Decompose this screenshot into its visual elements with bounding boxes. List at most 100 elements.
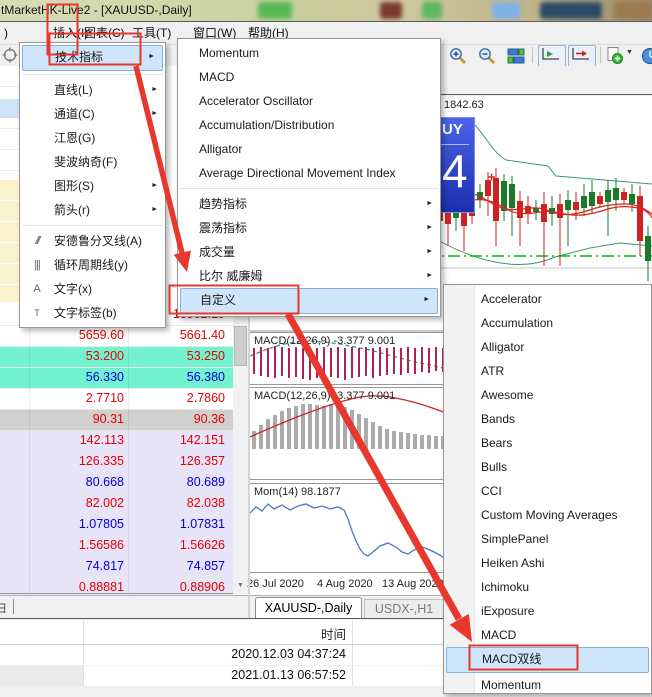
menu-item-accelerator-oscillator[interactable]: Accelerator Oscillator	[178, 89, 440, 113]
ask-cell[interactable]: 1.07831	[128, 517, 225, 531]
menu-item-bears[interactable]: Bears	[444, 431, 651, 455]
menu-item-trend-indicators[interactable]: 趋势指标 ►	[178, 192, 440, 216]
quote-row[interactable]: 1.07805 1.07831	[0, 515, 233, 536]
menu-item-bill-williams[interactable]: 比尔 威廉姆 ►	[178, 264, 440, 288]
quote-row[interactable]: 90.31 90.36	[0, 410, 233, 431]
ask-cell[interactable]: 0.88906	[128, 580, 225, 594]
menu-item-momentum[interactable]: Momentum	[178, 41, 440, 65]
tile-windows-icon[interactable]	[507, 47, 525, 65]
tab-usdx-h1[interactable]: USDX-,H1	[364, 599, 444, 619]
chart-shift-icon[interactable]	[568, 45, 596, 67]
menu-item-text[interactable]: A 文字(x)	[20, 277, 165, 301]
submenu-arrow-icon: ►	[426, 240, 433, 264]
selected-symbol-row[interactable]	[0, 99, 19, 118]
ask-cell[interactable]: 82.038	[128, 496, 225, 510]
submenu-arrow-icon: ►	[151, 198, 158, 222]
quote-row[interactable]: 2.7710 2.7860	[0, 389, 233, 410]
menu-item-bulls[interactable]: Bulls	[444, 455, 651, 479]
menu-item-alligator-custom[interactable]: Alligator	[444, 335, 651, 359]
new-indicator-icon[interactable]	[605, 46, 624, 65]
menu-item-text-label[interactable]: T 文字标签(b)	[20, 301, 165, 325]
menu-item-accumulation[interactable]: Accumulation	[444, 311, 651, 335]
menu-item-andrews-pitchfork[interactable]: /// 安德鲁分叉线(A)	[20, 229, 165, 253]
zoom-in-icon[interactable]	[449, 47, 467, 65]
menu-item-channels[interactable]: 通道(C) ►	[20, 102, 165, 126]
menu-item-volumes[interactable]: 成交量 ►	[178, 240, 440, 264]
ask-cell[interactable]: 53.250	[128, 349, 225, 363]
bid-cell[interactable]: 56.330	[29, 370, 124, 384]
bid-cell[interactable]: 74.817	[29, 559, 124, 573]
menu-item-adx[interactable]: Average Directional Movement Index	[178, 161, 440, 185]
menu-item-awesome[interactable]: Awesome	[444, 383, 651, 407]
menu-item-iexposure[interactable]: iExposure	[444, 599, 651, 623]
crosshair-icon[interactable]	[2, 47, 19, 64]
quote-row[interactable]: 53.200 53.250	[0, 347, 233, 368]
clock-icon[interactable]	[641, 47, 652, 65]
menu-item-momentum-custom[interactable]: Momentum	[444, 673, 651, 697]
x-axis-label: 4 Aug 2020	[317, 578, 373, 590]
menu-item-macd-two-line[interactable]: MACD双线	[446, 647, 649, 673]
menubar-item-charts[interactable]: 图表(C)	[80, 22, 129, 44]
ask-cell[interactable]: 5661.40	[128, 328, 225, 342]
bid-cell[interactable]: 0.88881	[29, 580, 124, 594]
scrollbar-down-arrow[interactable]: ▼	[233, 577, 248, 594]
menubar-item-clipped[interactable]: )	[0, 22, 12, 44]
menu-item-fibonacci[interactable]: 斐波纳奇(F)	[20, 150, 165, 174]
bid-cell[interactable]: 80.668	[29, 475, 124, 489]
zoom-out-icon[interactable]	[478, 47, 496, 65]
ask-cell[interactable]: 2.7860	[128, 391, 225, 405]
menu-item-ichimoku[interactable]: Ichimoku	[444, 575, 651, 599]
auto-scroll-icon[interactable]	[538, 45, 566, 67]
bid-cell[interactable]: 1.56586	[29, 538, 124, 552]
ask-cell[interactable]: 90.36	[128, 412, 225, 426]
menu-item-custom-moving-averages[interactable]: Custom Moving Averages	[444, 503, 651, 527]
ask-cell[interactable]: 126.357	[128, 454, 225, 468]
menu-item-custom[interactable]: 自定义 ►	[180, 288, 438, 314]
quote-row[interactable]: 74.817 74.857	[0, 557, 233, 578]
bid-cell[interactable]: 142.113	[29, 433, 124, 447]
bid-cell[interactable]: 90.31	[29, 412, 124, 426]
scrollbar-thumb[interactable]	[234, 326, 247, 366]
menu-item-lines[interactable]: 直线(L) ►	[20, 78, 165, 102]
quote-row[interactable]: 1.56586 1.56626	[0, 536, 233, 557]
menu-item-atr[interactable]: ATR	[444, 359, 651, 383]
bid-cell[interactable]: 2.7710	[29, 391, 124, 405]
caret-down-icon[interactable]: ▼	[626, 49, 633, 56]
ask-cell[interactable]: 80.689	[128, 475, 225, 489]
bid-cell[interactable]: 1.07805	[29, 517, 124, 531]
tab-xauusd-daily[interactable]: XAUUSD-,Daily	[255, 597, 362, 619]
menu-item-macd-custom[interactable]: MACD	[444, 623, 651, 647]
menu-item-shapes[interactable]: 图形(S) ►	[20, 174, 165, 198]
menu-item-bands[interactable]: Bands	[444, 407, 651, 431]
market-watch-tab-fragment[interactable]: 日	[0, 600, 7, 616]
time-column-header[interactable]: 时间	[84, 624, 346, 643]
menu-item-accelerator[interactable]: Accelerator	[444, 287, 651, 311]
quote-row[interactable]: 5659.60 5661.40	[0, 326, 233, 347]
ask-cell[interactable]: 1.56626	[128, 538, 225, 552]
quote-row[interactable]: 80.668 80.689	[0, 473, 233, 494]
bid-cell[interactable]: 82.002	[29, 496, 124, 510]
menu-item-accumulation-distribution[interactable]: Accumulation/Distribution	[178, 113, 440, 137]
ask-cell[interactable]: 74.857	[128, 559, 225, 573]
quote-row[interactable]: 142.113 142.151	[0, 431, 233, 452]
ask-cell[interactable]: 142.151	[128, 433, 225, 447]
menu-item-alligator[interactable]: Alligator	[178, 137, 440, 161]
menu-item-macd[interactable]: MACD	[178, 65, 440, 89]
quote-row[interactable]: 82.002 82.038	[0, 494, 233, 515]
quote-row[interactable]: 126.335 126.357	[0, 452, 233, 473]
menubar-item-tools[interactable]: 工具(T)	[128, 22, 175, 44]
ask-cell[interactable]: 56.380	[128, 370, 225, 384]
bid-cell[interactable]: 53.200	[29, 349, 124, 363]
bid-cell[interactable]: 5659.60	[29, 328, 124, 342]
menu-item-cci[interactable]: CCI	[444, 479, 651, 503]
menu-item-oscillators[interactable]: 震荡指标 ►	[178, 216, 440, 240]
bid-cell[interactable]: 126.335	[29, 454, 124, 468]
menu-item-cycle-lines[interactable]: ||| 循环周期线(y)	[20, 253, 165, 277]
scrollbar-track[interactable]: ▼	[233, 305, 248, 594]
menu-item-simplepanel[interactable]: SimplePanel	[444, 527, 651, 551]
quote-row[interactable]: 56.330 56.380	[0, 368, 233, 389]
menu-item-gann[interactable]: 江恩(G) ►	[20, 126, 165, 150]
menu-item-technical-indicators[interactable]: 技术指标 ►	[22, 45, 163, 71]
menu-item-arrows[interactable]: 箭头(r) ►	[20, 198, 165, 222]
menu-item-heiken-ashi[interactable]: Heiken Ashi	[444, 551, 651, 575]
